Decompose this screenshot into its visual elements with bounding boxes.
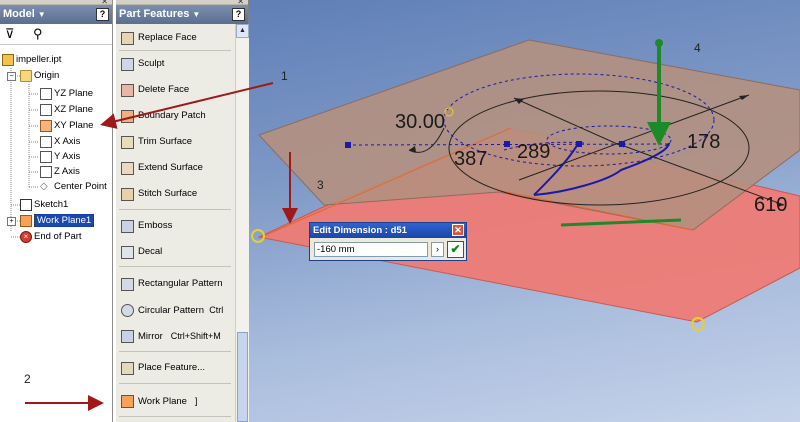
feature-boundary-patch[interactable]: Boundary Patch	[116, 105, 234, 127]
folder-icon	[20, 70, 32, 82]
model-browser-panel: ✕ Model ▼ ? ⊽ ⚲ − + impeller.ipt Origin …	[0, 0, 113, 422]
mirror-icon	[121, 330, 134, 343]
plane-icon	[40, 104, 52, 116]
dimension-610[interactable]: 610	[754, 194, 787, 216]
model-tree: − + impeller.ipt Origin YZ Plane XZ Plan…	[0, 52, 112, 422]
divider	[119, 50, 231, 51]
expand-workplane-icon[interactable]: +	[7, 217, 16, 226]
delete-face-icon	[121, 84, 134, 97]
feature-decal[interactable]: Decal	[116, 241, 234, 263]
chevron-down-icon[interactable]: ▼	[38, 10, 46, 19]
feature-sculpt[interactable]: Sculpt	[116, 53, 234, 75]
tree-node-z-axis[interactable]: Z Axis	[40, 165, 80, 179]
collapse-origin-icon[interactable]: −	[7, 72, 16, 81]
green-arrow-handle[interactable]	[655, 39, 663, 47]
feature-circular-pattern[interactable]: Circular Pattern Ctrl	[116, 299, 234, 321]
graphics-viewport[interactable]: 30.00 387 289 178 610 Edit Dimension : d…	[249, 0, 800, 422]
trim-surface-icon	[121, 136, 134, 149]
feature-delete-face[interactable]: Delete Face	[116, 79, 234, 101]
extend-surface-icon	[121, 162, 134, 175]
emboss-icon	[121, 220, 134, 233]
annotation-label-1: 1	[281, 69, 288, 83]
plane-icon	[40, 120, 52, 132]
plane-icon	[40, 88, 52, 100]
tree-node-work-plane1[interactable]: Work Plane1	[20, 214, 95, 228]
annotation-label-4: 4	[694, 41, 701, 55]
tree-node-xz-plane[interactable]: XZ Plane	[40, 103, 93, 117]
tree-node-y-axis[interactable]: Y Axis	[40, 150, 80, 164]
tree-node-part[interactable]: impeller.ipt	[2, 53, 61, 67]
edit-dimension-dialog: Edit Dimension : d51 ✕ › ✔	[309, 222, 467, 261]
dimension-387[interactable]: 387	[454, 148, 487, 170]
tree-node-sketch1[interactable]: Sketch1	[20, 198, 68, 212]
model-browser-toolbar: ⊽ ⚲	[0, 24, 112, 45]
help-icon[interactable]: ?	[96, 8, 109, 21]
circular-pattern-icon	[121, 304, 134, 317]
feature-extend-surface[interactable]: Extend Surface	[116, 157, 234, 179]
tree-node-xy-plane[interactable]: XY Plane	[40, 119, 93, 133]
dimension-289[interactable]: 289	[517, 141, 550, 163]
boundary-patch-icon	[121, 110, 134, 123]
feature-list: Replace Face Sculpt Delete Face Boundary…	[116, 24, 234, 422]
tree-node-x-axis[interactable]: X Axis	[40, 135, 80, 149]
feature-scrollbar[interactable]: ▲	[235, 24, 249, 422]
tree-node-end-of-part[interactable]: × End of Part	[20, 230, 82, 244]
feature-stitch-surface[interactable]: Stitch Surface	[116, 183, 234, 205]
divider	[119, 383, 231, 384]
scroll-thumb[interactable]	[237, 332, 248, 422]
feature-place-feature[interactable]: Place Feature...	[116, 357, 234, 379]
help-icon[interactable]: ?	[232, 8, 245, 21]
accept-check-icon[interactable]: ✔	[447, 241, 464, 258]
annotation-label-2: 2	[24, 372, 31, 386]
axis-icon	[40, 136, 52, 148]
feature-replace-face[interactable]: Replace Face	[116, 27, 234, 49]
tree-node-origin[interactable]: Origin	[20, 69, 59, 83]
dimension-178[interactable]: 178	[687, 131, 720, 153]
feature-work-plane[interactable]: Work Plane ]	[116, 390, 234, 412]
edit-dimension-title: Edit Dimension : d51	[313, 225, 407, 236]
decal-icon	[121, 246, 134, 259]
tree-node-center-point[interactable]: ◇ Center Point	[40, 180, 107, 194]
feature-trim-surface[interactable]: Trim Surface	[116, 131, 234, 153]
axis-icon	[40, 166, 52, 178]
stitch-surface-icon	[121, 188, 134, 201]
scene-canvas: 30.00 387 289 178 610	[251, 39, 800, 331]
divider	[119, 266, 231, 267]
tree-node-yz-plane[interactable]: YZ Plane	[40, 87, 93, 101]
close-icon[interactable]: ✕	[452, 224, 464, 236]
rectangular-pattern-icon	[121, 278, 134, 291]
part-features-panel: ✕ Part Features ▼ ? Replace Face Sculpt D…	[116, 0, 249, 422]
part-features-header[interactable]: Part Features ▼ ?	[116, 5, 248, 24]
divider	[119, 416, 231, 417]
point-icon: ◇	[40, 181, 48, 192]
divider	[119, 351, 231, 352]
feature-emboss[interactable]: Emboss	[116, 215, 234, 237]
scroll-up-icon[interactable]: ▲	[236, 24, 249, 38]
work-plane-icon	[121, 395, 134, 408]
binoculars-icon[interactable]: ⚲	[33, 26, 43, 42]
chevron-down-icon[interactable]: ▼	[192, 10, 200, 19]
work-plane-icon	[20, 215, 32, 227]
sculpt-icon	[121, 58, 134, 71]
divider	[119, 209, 231, 210]
model-browser-title: Model	[3, 8, 35, 20]
place-feature-icon	[121, 362, 134, 375]
feature-rectangular-pattern[interactable]: Rectangular Pattern	[116, 273, 234, 295]
feature-mirror[interactable]: Mirror Ctrl+Shift+M	[116, 325, 234, 347]
replace-face-icon	[121, 32, 134, 45]
axis-icon	[40, 151, 52, 163]
part-features-title: Part Features	[119, 8, 190, 20]
dimension-value-input[interactable]	[314, 242, 428, 257]
filter-icon[interactable]: ⊽	[5, 26, 15, 42]
annotation-label-3: 3	[317, 178, 324, 192]
edit-dimension-titlebar[interactable]: Edit Dimension : d51 ✕	[310, 223, 466, 238]
sketch-icon	[20, 199, 32, 211]
model-browser-header[interactable]: Model ▼ ?	[0, 5, 112, 24]
dimension-angle[interactable]: 30.00	[395, 111, 445, 133]
part-icon	[2, 54, 14, 66]
flyout-arrow-icon[interactable]: ›	[431, 242, 444, 257]
end-of-part-icon: ×	[20, 231, 32, 243]
